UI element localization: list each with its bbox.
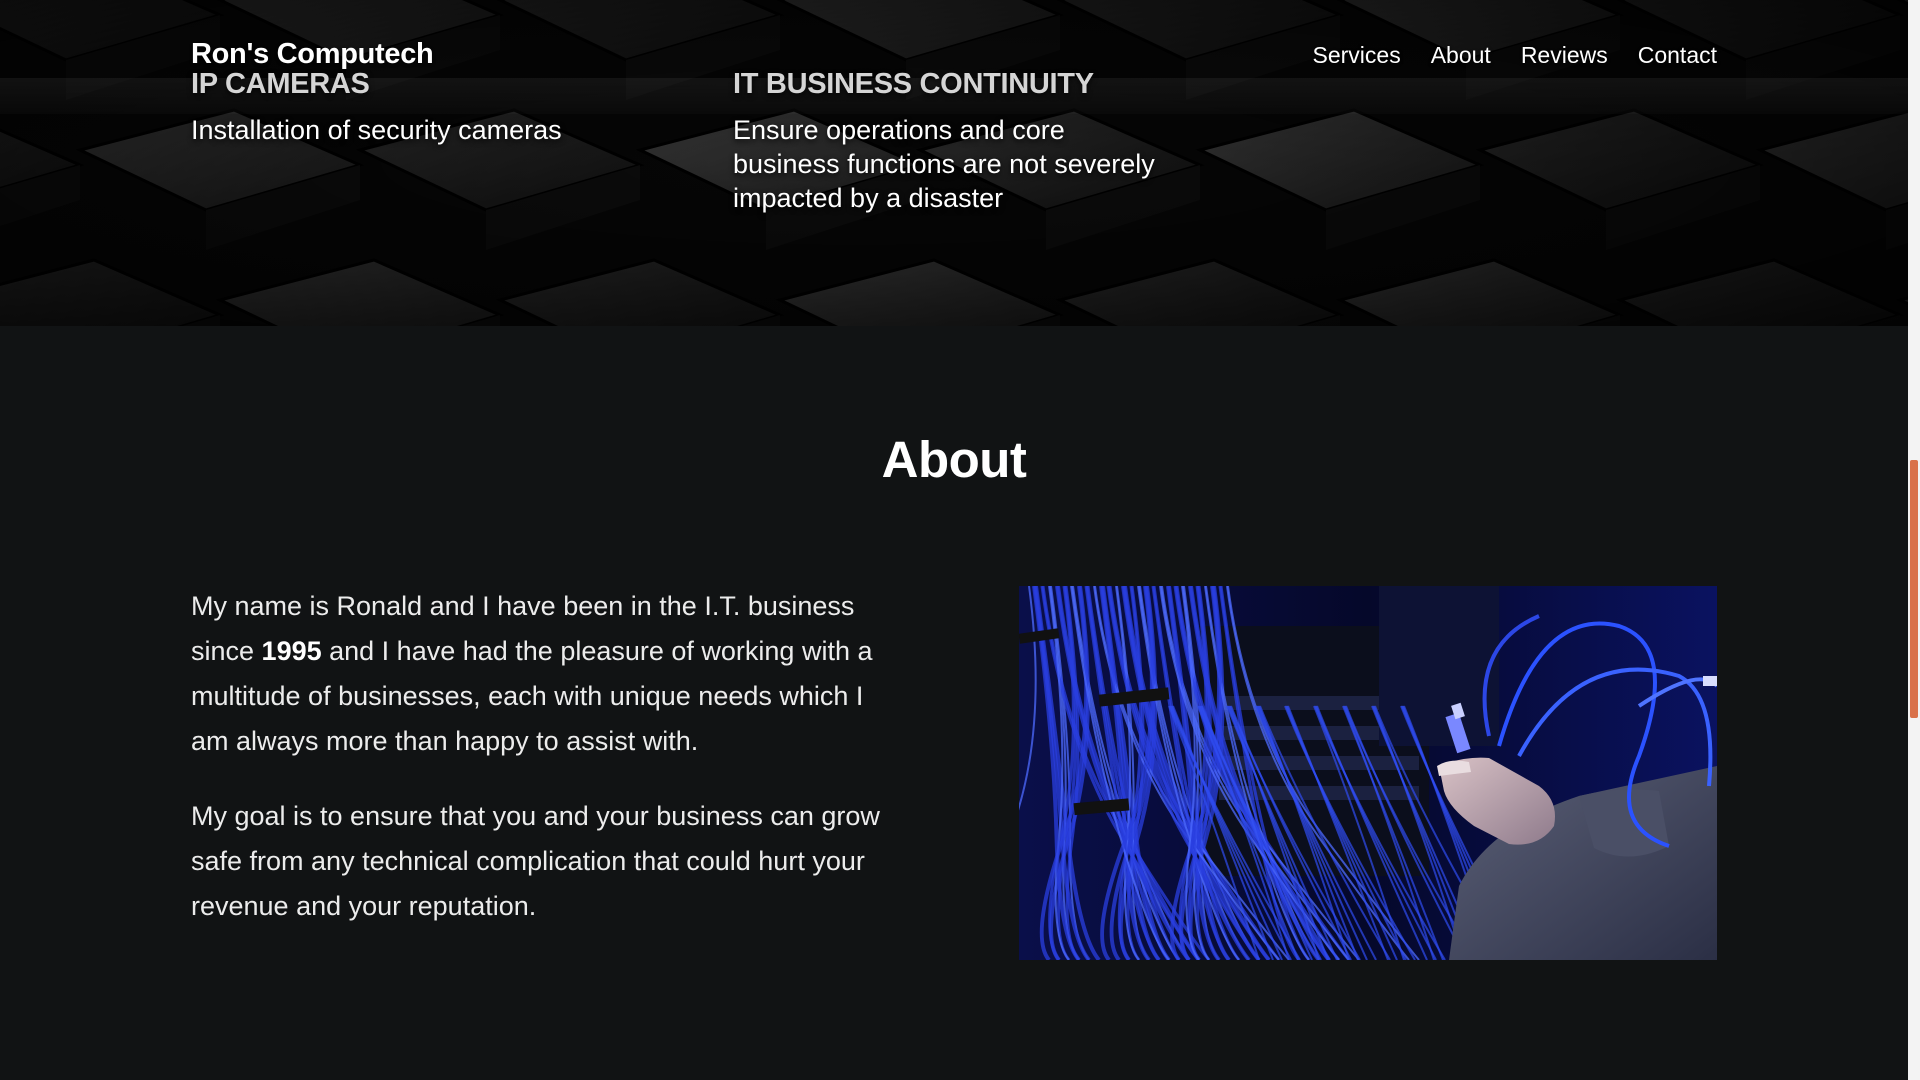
page-scrollbar[interactable]	[1908, 0, 1920, 1080]
page: Ron's Computech Services About Reviews C…	[0, 0, 1920, 1080]
hero-services-section: Ron's Computech Services About Reviews C…	[0, 0, 1908, 326]
service-ip-cameras: IP CAMERAS Installation of security came…	[191, 68, 671, 147]
nav-about-link[interactable]: About	[1431, 42, 1491, 69]
scrollbar-thumb[interactable]	[1910, 460, 1918, 718]
network-cables-photo	[1019, 586, 1717, 960]
about-paragraph-2: My goal is to ensure that you and your b…	[191, 801, 880, 921]
service-title: IP CAMERAS	[191, 68, 370, 100]
nav-services-link[interactable]: Services	[1313, 42, 1401, 69]
site-brand[interactable]: Ron's Computech	[191, 38, 434, 71]
network-cables-illustration	[1019, 586, 1717, 960]
service-business-continuity: IT BUSINESS CONTINUITY Ensure operations…	[733, 68, 1173, 215]
about-heading: About	[881, 431, 1027, 488]
nav-contact-link[interactable]: Contact	[1638, 42, 1717, 69]
founding-year: 1995	[261, 636, 322, 666]
nav-reviews-link[interactable]: Reviews	[1521, 42, 1608, 69]
service-description: Installation of security cameras	[191, 115, 562, 145]
service-title: IT BUSINESS CONTINUITY	[733, 68, 1094, 100]
main-nav: Services About Reviews Contact	[1313, 42, 1718, 69]
about-text: My name is Ronald and I have been in the…	[191, 584, 891, 959]
about-section: About My name is Ronald and I have been …	[0, 326, 1908, 1080]
service-description: Ensure operations and core business func…	[733, 115, 1155, 213]
about-paragraph-1: My name is Ronald and I have been in the…	[191, 584, 891, 764]
